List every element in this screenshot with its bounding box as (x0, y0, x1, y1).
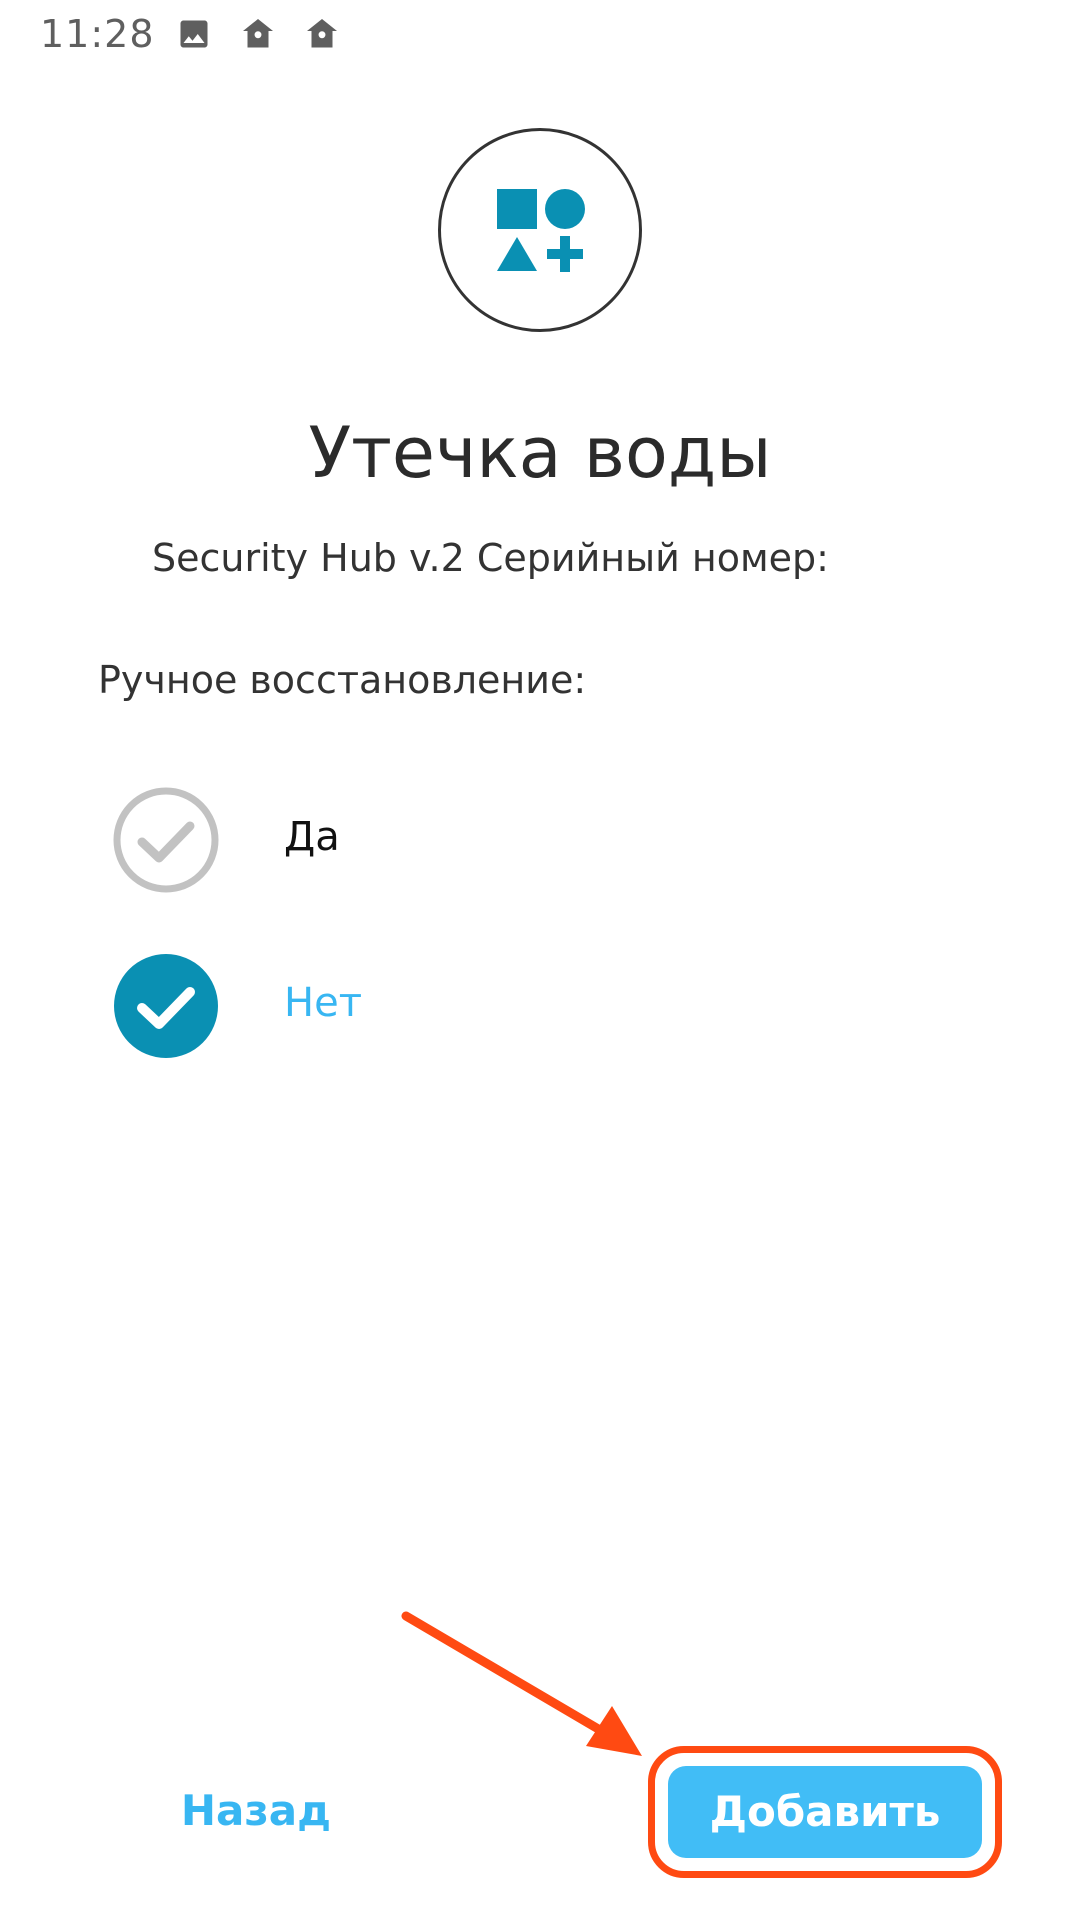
check-circle-selected-icon (114, 954, 218, 1058)
home-icon (240, 16, 276, 52)
option-no[interactable]: Нет (112, 952, 612, 1064)
shapes-icon (497, 189, 585, 272)
add-device-screen: 11:28 Утечка воды Security Hub v.2 Серий… (0, 0, 1080, 1920)
status-bar: 11:28 (0, 0, 1080, 72)
page-title: Утечка воды (308, 412, 772, 494)
manual-restore-label: Ручное восстановление: (98, 658, 587, 702)
check-circle-unselected-icon (113, 787, 219, 893)
option-yes-label: Да (284, 814, 340, 860)
home-icon (304, 16, 340, 52)
device-icon-circle (438, 128, 642, 332)
status-time: 11:28 (40, 12, 155, 56)
serial-number-label: Security Hub v.2 Серийный номер: (152, 536, 829, 580)
add-button[interactable]: Добавить (668, 1766, 982, 1858)
back-button[interactable]: Назад (176, 1776, 336, 1846)
annotation-arrow-icon (401, 1611, 642, 1756)
image-icon (176, 16, 212, 52)
option-yes[interactable]: Да (112, 786, 612, 898)
option-no-label: Нет (284, 980, 362, 1026)
